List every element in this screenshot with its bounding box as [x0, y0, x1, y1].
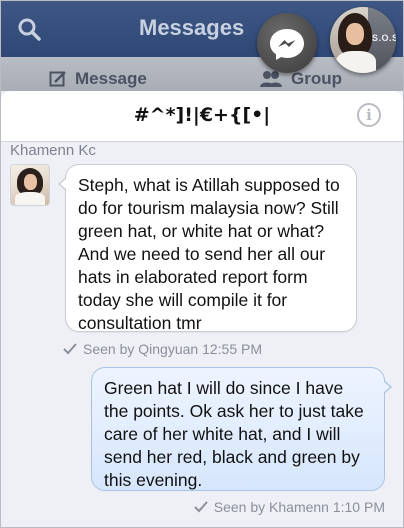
outgoing-message-bubble[interactable]: Green hat I will do since I have the poi… — [91, 367, 392, 491]
check-icon — [63, 343, 77, 355]
compose-icon — [49, 71, 66, 87]
sender-name: Khamenn Kc — [10, 142, 96, 159]
new-message-button[interactable]: Message — [49, 69, 147, 89]
search-icon[interactable] — [17, 17, 41, 41]
conversation-title: #^*]!|€+{[•| — [133, 104, 271, 126]
page-title: Messages — [139, 15, 245, 40]
chathead-badge-text: S.O.S — [372, 33, 396, 43]
incoming-message-bubble[interactable]: Steph, what is Atillah supposed to do fo… — [58, 164, 357, 333]
read-receipt: Seen by Khamenn 1:10 PM — [194, 499, 385, 515]
messenger-chathead[interactable] — [257, 13, 317, 73]
read-receipt-text: Seen by Qingyuan 12:55 PM — [83, 341, 263, 357]
read-receipt-text: Seen by Khamenn 1:10 PM — [213, 499, 385, 515]
outgoing-message-text: Green hat I will do since I have the poi… — [104, 378, 364, 490]
app-frame: Messages Message Group #^*]!|€+{[•| i Kh… — [0, 0, 404, 528]
check-icon — [194, 501, 208, 513]
avatar[interactable] — [11, 165, 49, 205]
chat-panel: #^*]!|€+{[•| i Khamenn Kc Steph, what is… — [1, 91, 403, 527]
read-receipt: Seen by Qingyuan 12:55 PM — [63, 341, 262, 357]
incoming-message-text: Steph, what is Atillah supposed to do fo… — [78, 175, 340, 333]
messenger-icon — [270, 29, 304, 60]
new-message-label: Message — [75, 69, 147, 88]
info-icon[interactable]: i — [357, 103, 381, 127]
conversation-header: #^*]!|€+{[•| i — [1, 91, 403, 142]
contact-chathead[interactable]: S.O.S — [330, 7, 396, 73]
